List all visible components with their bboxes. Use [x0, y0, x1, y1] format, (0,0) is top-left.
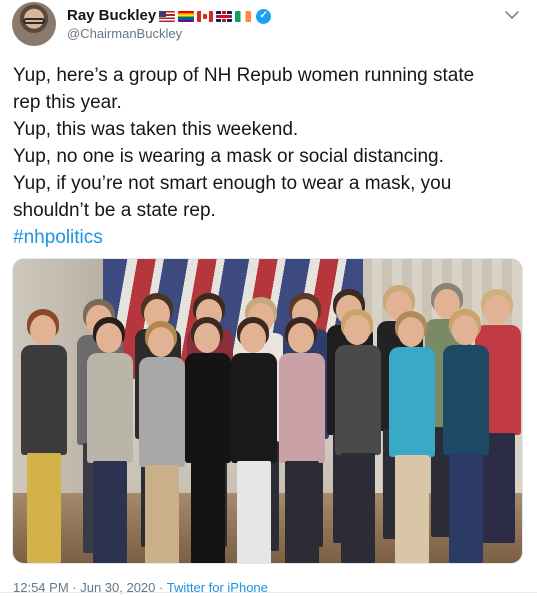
author-name[interactable]: Ray Buckley [67, 7, 156, 25]
avatar[interactable] [12, 2, 56, 46]
tweet-photo[interactable] [12, 258, 523, 564]
photo-person [331, 297, 385, 563]
ireland-flag-icon [235, 10, 252, 22]
photo-person [439, 297, 493, 563]
divider [0, 592, 537, 593]
hashtag-link[interactable]: #nhpolitics [13, 224, 528, 251]
photo-person [83, 305, 137, 563]
photo-person [17, 297, 71, 563]
photo-person [227, 305, 281, 563]
verified-badge-icon: ✓ [256, 8, 272, 24]
tweet-line: rep this year. [13, 92, 122, 113]
author-name-row[interactable]: Ray Buckley ✓ [67, 7, 272, 25]
uk-flag-icon [216, 10, 233, 22]
rainbow-flag-icon [178, 10, 195, 22]
photo-person [385, 299, 439, 563]
author-handle[interactable]: @ChairmanBuckley [67, 26, 182, 41]
tweet-line: shouldn’t be a state rep. [13, 200, 216, 221]
tweet-line: Yup, if you’re not smart enough to wear … [13, 173, 452, 194]
tweet-text: Yup, here’s a group of NH Repub women ru… [13, 62, 528, 251]
tweet-line: Yup, this was taken this weekend. [13, 119, 299, 140]
chevron-down-icon[interactable] [503, 6, 521, 24]
photo-person [275, 305, 329, 563]
tweet-line: Yup, here’s a group of NH Repub women ru… [13, 65, 475, 86]
canada-flag-icon [197, 10, 214, 22]
tweet-line: Yup, no one is wearing a mask or social … [13, 146, 444, 167]
avatar-glasses [23, 18, 45, 24]
us-flag-icon [159, 10, 176, 22]
